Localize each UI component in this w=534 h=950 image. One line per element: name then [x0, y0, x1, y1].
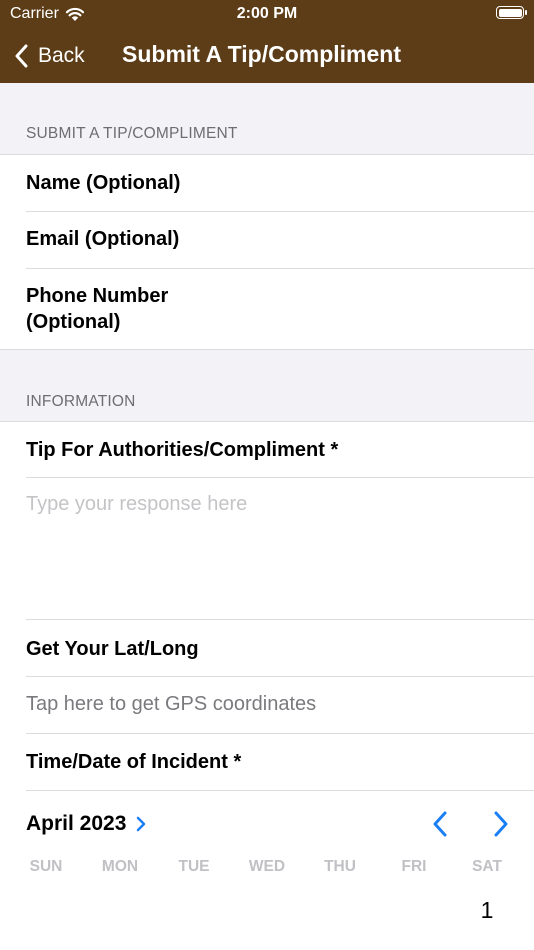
month-label: April 2023	[26, 812, 127, 835]
chevron-left-icon	[15, 44, 28, 68]
weekday-label: THU	[324, 858, 356, 875]
navigation-bar: Back Submit A Tip/Compliment	[0, 30, 534, 83]
weekday-label: MON	[101, 858, 139, 875]
email-label: Email (Optional)	[26, 228, 180, 250]
gps-button[interactable]: Tap here to get GPS coordinates	[0, 677, 534, 733]
status-time: 2:00 PM	[236, 5, 298, 22]
weekday-label: FRI	[401, 858, 427, 875]
section-header-information: INFORMATION	[26, 393, 136, 410]
contact-group: Name (Optional) Email (Optional) Phone N…	[0, 154, 534, 350]
incident-row: Time/Date of Incident *	[0, 734, 534, 790]
phone-label-line2: (Optional)	[26, 311, 121, 333]
tip-row: Tip For Authorities/Compliment *	[0, 421, 534, 477]
phone-field[interactable]: Phone Number (Optional)	[0, 269, 534, 349]
email-field[interactable]: Email (Optional)	[0, 212, 534, 268]
calendar-day[interactable]: 1	[467, 897, 507, 924]
name-field[interactable]: Name (Optional)	[0, 154, 534, 211]
status-bar: Carrier 2:00 PM	[0, 0, 534, 30]
divider	[0, 349, 534, 350]
weekday-label: WED	[248, 858, 286, 875]
phone-label-line1: Phone Number	[26, 285, 169, 307]
weekday-label: SUN	[29, 858, 63, 875]
incident-label: Time/Date of Incident *	[26, 751, 242, 773]
tip-textarea[interactable]: Type your response here	[0, 478, 534, 619]
gps-action-label: Tap here to get GPS coordinates	[26, 693, 317, 715]
tip-label: Tip For Authorities/Compliment *	[26, 439, 339, 461]
battery-icon	[496, 6, 527, 19]
section-header-contact: SUBMIT A TIP/COMPLIMENT	[26, 125, 238, 142]
back-label: Back	[38, 44, 85, 67]
latlong-label: Get Your Lat/Long	[26, 638, 199, 660]
previous-month-button[interactable]	[429, 810, 453, 838]
chevron-left-icon	[433, 811, 447, 837]
weekday-header: SUN MON TUE WED THU FRI SAT	[0, 858, 534, 878]
month-year-picker[interactable]: April 2023	[26, 812, 146, 836]
weekday-label: TUE	[178, 858, 210, 875]
weekday-label: SAT	[472, 858, 502, 875]
chevron-right-icon	[494, 811, 508, 837]
name-label: Name (Optional)	[26, 172, 181, 194]
page-title: Submit A Tip/Compliment	[122, 41, 401, 67]
divider	[26, 790, 534, 791]
back-button[interactable]: Back	[14, 40, 85, 72]
tip-placeholder: Type your response here	[26, 493, 248, 515]
latlong-row: Get Your Lat/Long	[0, 620, 534, 676]
chevron-right-icon	[137, 816, 146, 832]
next-month-button[interactable]	[488, 810, 512, 838]
